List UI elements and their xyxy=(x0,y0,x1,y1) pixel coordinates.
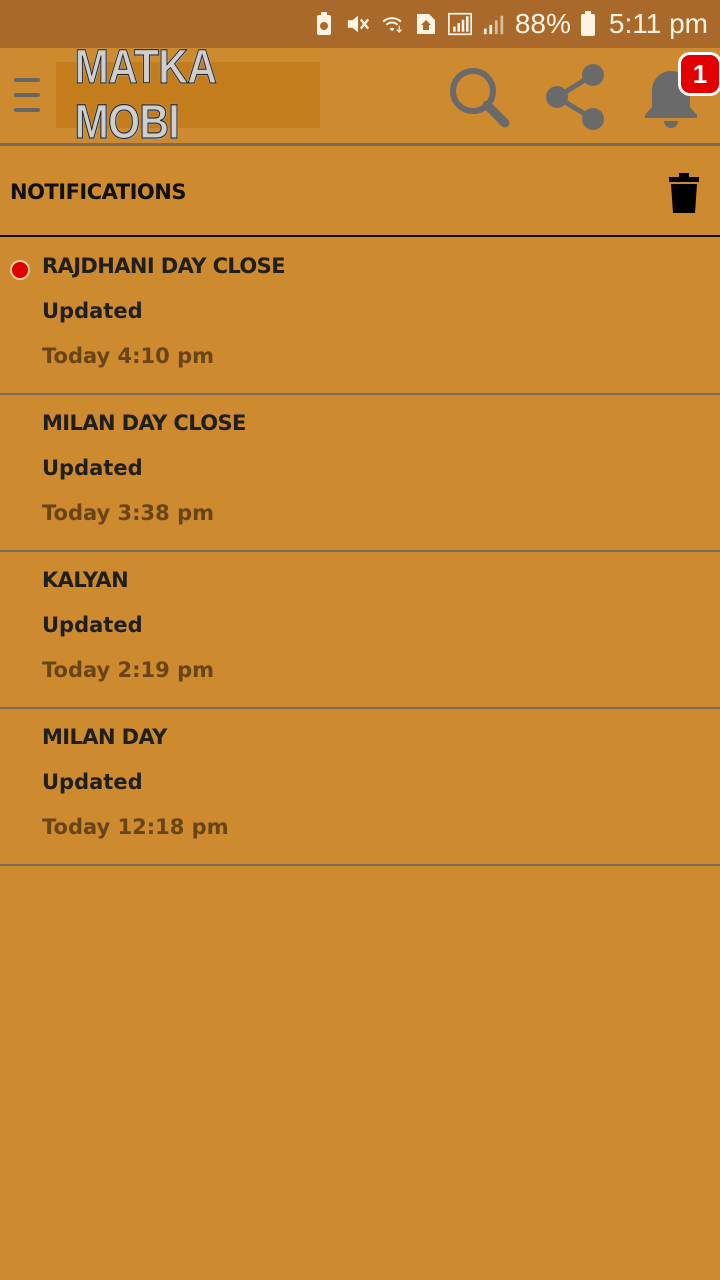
page-title: NOTIFICATIONS xyxy=(10,180,186,204)
home-sim-icon xyxy=(414,12,438,36)
notification-title: KALYAN xyxy=(42,568,129,592)
wifi-icon xyxy=(380,12,404,36)
notifications-header: NOTIFICATIONS xyxy=(0,149,720,237)
app-bar: MATKA MOBI 1 xyxy=(0,41,720,150)
notification-item[interactable]: MILAN DAY Updated Today 12:18 pm xyxy=(0,709,720,866)
signal-icon xyxy=(447,12,472,36)
notification-count-badge: 1 xyxy=(678,52,720,96)
search-icon xyxy=(450,68,510,128)
battery-saver-icon xyxy=(312,12,336,36)
notification-item[interactable]: KALYAN Updated Today 2:19 pm xyxy=(0,552,720,709)
share-icon xyxy=(546,64,604,130)
share-button[interactable] xyxy=(540,62,610,132)
app-logo: MATKA MOBI xyxy=(56,41,320,150)
notification-item[interactable]: RAJDHANI DAY CLOSE Updated Today 4:10 pm xyxy=(0,238,720,395)
battery-percent: 88% xyxy=(514,8,571,39)
notification-status: Updated xyxy=(42,770,143,794)
clear-notifications-button[interactable] xyxy=(666,171,702,215)
notification-title: MILAN DAY xyxy=(42,725,167,749)
status-time: 5:11 pm xyxy=(608,8,708,39)
signal-weak-icon xyxy=(482,12,506,36)
menu-icon[interactable] xyxy=(14,78,42,112)
notification-status: Updated xyxy=(42,613,143,637)
mute-icon xyxy=(346,12,370,36)
notification-list: RAJDHANI DAY CLOSE Updated Today 4:10 pm… xyxy=(0,238,720,866)
notification-status: Updated xyxy=(42,299,143,323)
battery-icon xyxy=(576,11,600,36)
notification-status: Updated xyxy=(42,456,143,480)
unread-indicator-icon xyxy=(10,260,30,280)
logo-text: MATKA MOBI xyxy=(74,40,301,150)
notifications-button[interactable]: 1 xyxy=(636,52,720,132)
notification-time: Today 2:19 pm xyxy=(42,658,214,682)
notification-item[interactable]: MILAN DAY CLOSE Updated Today 3:38 pm xyxy=(0,395,720,552)
notification-time: Today 4:10 pm xyxy=(42,344,214,368)
notification-time: Today 12:18 pm xyxy=(42,815,229,839)
notification-time: Today 3:38 pm xyxy=(42,501,214,525)
trash-icon xyxy=(669,173,699,213)
search-button[interactable] xyxy=(444,62,514,132)
notification-title: MILAN DAY CLOSE xyxy=(42,411,246,435)
notification-title: RAJDHANI DAY CLOSE xyxy=(42,254,286,278)
